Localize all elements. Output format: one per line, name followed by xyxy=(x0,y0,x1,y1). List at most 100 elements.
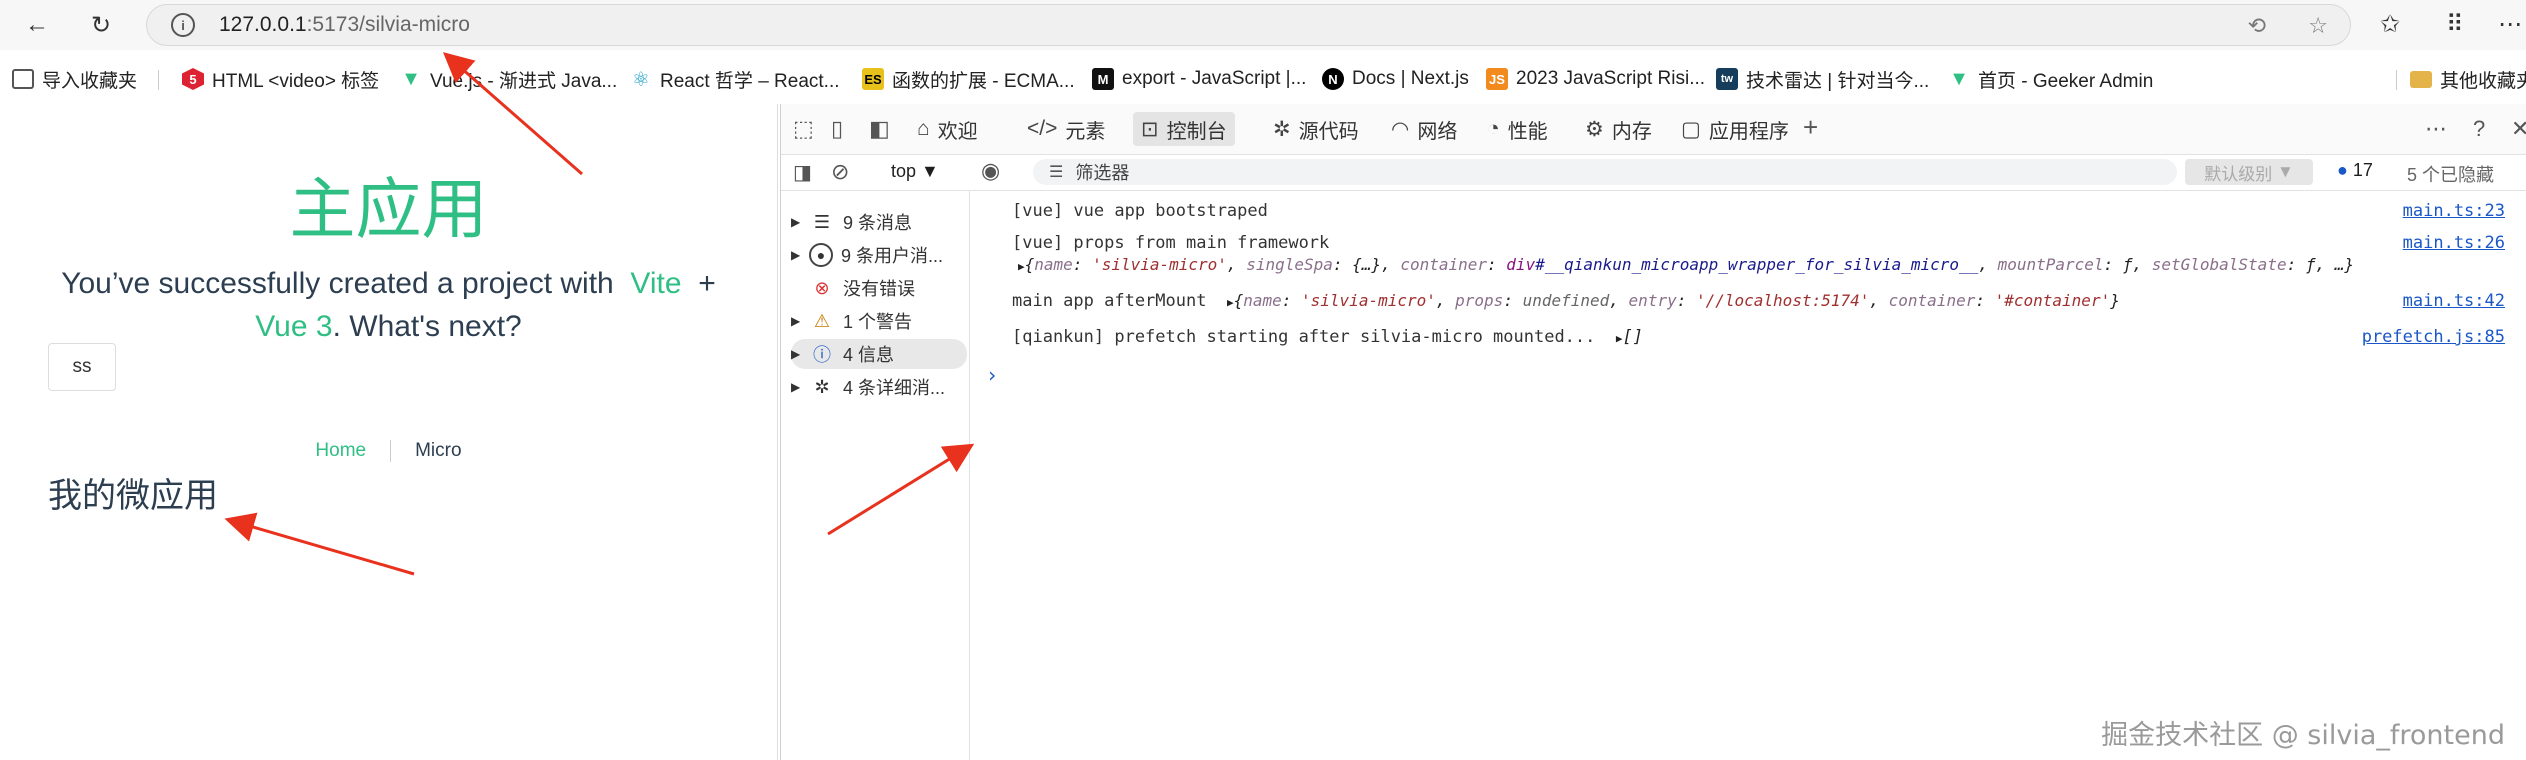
bookmark-item[interactable]: N Docs | Next.js xyxy=(1322,66,1469,92)
sidebar-item-messages[interactable]: ▶ ☰ 9 条消息 xyxy=(791,207,967,237)
app-icon: ▢ xyxy=(1681,117,1701,141)
clear-console-icon[interactable]: ⊘ xyxy=(831,159,849,185)
expand-icon: ▶ xyxy=(1615,332,1623,345)
tab-performance[interactable]: ◔ 性能 xyxy=(1479,112,1556,146)
obj-key: container xyxy=(1888,291,1976,310)
wifi-icon: ◠ xyxy=(1391,117,1410,141)
vue3-link[interactable]: Vue 3 xyxy=(255,310,332,343)
sidebar-toggle-icon[interactable]: ◨ xyxy=(793,160,812,185)
console-message-text: main app afterMount xyxy=(1012,291,1207,311)
url-text[interactable]: 127.0.0.1:5173/silvia-micro xyxy=(219,13,470,37)
favorites-icon[interactable]: ✩ xyxy=(2380,10,2400,39)
log-level-label: 默认级别 xyxy=(2204,164,2273,184)
array-value: [] xyxy=(1622,327,1643,347)
ss-button[interactable]: ss xyxy=(48,343,116,391)
filter-placeholder: 筛选器 xyxy=(1075,163,1130,183)
mdn-icon: M xyxy=(1092,68,1114,90)
browser-toolbar: ← ↻ i 127.0.0.1:5173/silvia-micro ⟲ ☆ ✩ … xyxy=(0,0,2526,50)
bookmark-item[interactable]: tw 技术雷达 | 针对当今... xyxy=(1716,66,1929,92)
expand-icon: ▶ xyxy=(1226,296,1234,309)
bookmark-item[interactable]: Mexport - JavaScript |... xyxy=(1092,66,1306,92)
bookmark-label: Vue.js - 渐进式 Java... xyxy=(430,70,618,92)
console-prompt[interactable]: › xyxy=(986,363,998,387)
nav-home-link[interactable]: Home xyxy=(291,440,390,462)
tab-console[interactable]: ⊡ 控制台 xyxy=(1133,112,1235,146)
divider xyxy=(2396,70,2397,90)
tab-elements[interactable]: </> 元素 xyxy=(1019,112,1113,146)
console-source-link[interactable]: prefetch.js:85 xyxy=(2362,327,2505,347)
translate-icon[interactable]: ⟲ xyxy=(2248,13,2266,39)
hidden-count: 5 个已隐藏 xyxy=(2407,165,2495,185)
tab-memory[interactable]: ⚙ 内存 xyxy=(1577,112,1660,146)
inspect-icon[interactable]: ⬚ xyxy=(793,116,814,142)
address-bar[interactable]: i 127.0.0.1:5173/silvia-micro ⟲ ☆ xyxy=(146,4,2351,46)
tw-icon: tw xyxy=(1716,68,1738,90)
tab-sources[interactable]: ✲ 源代码 xyxy=(1265,112,1367,146)
device-toolbar-icon[interactable]: ▯ xyxy=(831,116,843,142)
console-toolbar: ◨ ⊘ top ▼ ◉ ☰ 筛选器 默认级别 ▼ ● 17 5 个已隐藏 xyxy=(781,154,2526,191)
help-icon[interactable]: ? xyxy=(2473,116,2485,142)
dock-side-icon[interactable]: ◧ xyxy=(869,116,890,142)
more-menu-icon[interactable]: ⋯ xyxy=(2498,10,2522,39)
close-icon[interactable]: ✕ xyxy=(2511,116,2526,142)
console-output: [vue] vue app bootstraped main.ts:23 [vu… xyxy=(970,191,2526,760)
back-icon[interactable]: ← xyxy=(20,8,54,42)
bookmark-item[interactable]: 5 HTML <video> 标签 xyxy=(182,66,379,92)
obj-value: undefined xyxy=(1522,291,1610,310)
console-source-link[interactable]: main.ts:42 xyxy=(2403,291,2505,311)
devtools-tab-bar: ⬚ ▯ ◧ ⌂ 欢迎 </> 元素 ⊡ 控制台 ✲ 源代码 ◠ 网络 ◔ 性能 ⚙ 内存 ▢ 应… xyxy=(781,104,2526,155)
nav-micro-link[interactable]: Micro xyxy=(390,440,485,462)
sidebar-item-errors[interactable]: ⊗ 没有错误 xyxy=(791,273,967,303)
bookmark-item[interactable]: ▼ Vue.js - 渐进式 Java... xyxy=(400,66,617,92)
obj-value: 'silvia-micro' xyxy=(1301,291,1436,310)
expand-icon: ▶ xyxy=(791,314,801,328)
w3school-icon: 5 xyxy=(182,68,204,90)
bookmark-label: HTML <video> 标签 xyxy=(212,70,380,92)
tab-welcome[interactable]: ⌂ 欢迎 xyxy=(909,112,986,146)
add-tab-icon[interactable]: + xyxy=(1803,112,1818,143)
bookmark-label: export - JavaScript |... xyxy=(1122,68,1307,89)
bookmark-label: 技术雷达 | 针对当今... xyxy=(1746,70,1930,92)
sidebar-item-info[interactable]: ▶ ⓘ 4 信息 xyxy=(791,339,967,369)
filter-input[interactable]: ☰ 筛选器 xyxy=(1033,159,2177,185)
log-level-select[interactable]: 默认级别 ▼ xyxy=(2185,159,2313,185)
extensions-icon[interactable]: ⠿ xyxy=(2446,10,2464,39)
reload-icon[interactable]: ↻ xyxy=(84,8,118,42)
tab-label: 控制台 xyxy=(1166,120,1227,143)
bookmark-item[interactable]: ▼ 首页 - Geeker Admin xyxy=(1948,66,2153,92)
sidebar-item-user-messages[interactable]: ▶ ● 9 条用户消... xyxy=(791,240,967,270)
console-object-props[interactable]: ▶{name: 'silvia-micro', singleSpa: {…}, … xyxy=(1018,255,2354,274)
obj-key: setGlobalState xyxy=(2151,255,2287,274)
vue-icon: ▼ xyxy=(1949,67,1969,90)
bookmark-item[interactable]: ⚛ React 哲学 – React... xyxy=(630,66,840,92)
favorite-star-icon[interactable]: ☆ xyxy=(2308,13,2328,39)
devtools-panel: ⬚ ▯ ◧ ⌂ 欢迎 </> 元素 ⊡ 控制台 ✲ 源代码 ◠ 网络 ◔ 性能 ⚙ 内存 ▢ 应… xyxy=(780,104,2526,760)
sidebar-item-warnings[interactable]: ▶ ⚠ 1 个警告 xyxy=(791,306,967,336)
bookmark-label: React 哲学 – React... xyxy=(660,70,840,92)
tab-application[interactable]: ▢ 应用程序 xyxy=(1673,112,1797,146)
console-object-mount[interactable]: ▶{name: 'silvia-micro', props: undefined… xyxy=(1227,291,2120,310)
context-select[interactable]: top ▼ xyxy=(891,161,939,182)
warning-icon: ⚠ xyxy=(813,310,831,331)
bookmark-item[interactable]: ES 函数的扩展 - ECMA... xyxy=(862,66,1075,92)
eye-icon[interactable]: ◉ xyxy=(981,158,1000,184)
obj-key: props xyxy=(1455,291,1504,310)
obj-value: ƒ xyxy=(2122,255,2133,274)
bookmark-other-folder[interactable]: 其他收藏夹 xyxy=(2410,66,2526,92)
console-source-link[interactable]: main.ts:26 xyxy=(2403,233,2505,253)
sidebar-item-verbose[interactable]: ▶ ✲ 4 条详细消... xyxy=(791,372,967,402)
bookmark-import[interactable]: 导入收藏夹 xyxy=(12,66,137,92)
page-subtitle: You’ve successfully created a project wi… xyxy=(40,262,737,348)
expand-icon: ▶ xyxy=(1018,260,1025,273)
issue-count: 17 xyxy=(2352,160,2373,180)
obj-key: entry xyxy=(1628,291,1677,310)
vite-link[interactable]: Vite xyxy=(630,267,681,300)
issues-counter[interactable]: ● 17 xyxy=(2337,160,2373,181)
console-array[interactable]: ▶[] xyxy=(1616,327,1643,347)
bookmark-item[interactable]: JS 2023 JavaScript Risi... xyxy=(1486,66,1705,92)
console-source-link[interactable]: main.ts:23 xyxy=(2403,201,2505,221)
more-tools-icon[interactable]: ⋯ xyxy=(2425,116,2447,142)
site-info-icon[interactable]: i xyxy=(171,13,195,37)
bookmark-label: Docs | Next.js xyxy=(1352,68,1469,89)
tab-network[interactable]: ◠ 网络 xyxy=(1383,112,1465,146)
